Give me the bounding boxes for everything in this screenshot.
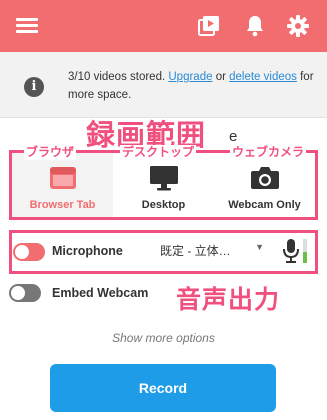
info-icon: i <box>24 77 44 97</box>
browser-tab-icon <box>48 165 78 191</box>
microphone-device-value: 既定 - 立体… <box>160 244 231 258</box>
desktop-icon <box>149 165 179 191</box>
mode-browser-tab-button[interactable]: Browser Tab <box>12 153 113 217</box>
microphone-level-meter <box>303 239 307 263</box>
mode-desktop-button[interactable]: Desktop <box>113 153 214 217</box>
embed-webcam-toggle[interactable] <box>9 284 41 302</box>
mode-webcam-only-label: Webcam Only <box>228 199 301 211</box>
notice-text-middle: or <box>212 71 230 83</box>
storage-notice-text: 3/10 videos stored. Upgrade or delete vi… <box>68 68 320 104</box>
gear-icon[interactable] <box>286 14 310 38</box>
mode-browser-tab-label: Browser Tab <box>29 199 96 211</box>
microphone-toggle[interactable] <box>13 243 45 261</box>
microphone-label: Microphone <box>52 244 123 258</box>
show-more-options-link[interactable]: Show more options <box>0 331 327 345</box>
embed-webcam-label: Embed Webcam <box>52 286 149 300</box>
mode-webcam-only-button[interactable]: Webcam Only <box>214 153 315 217</box>
record-button[interactable]: Record <box>50 364 276 412</box>
mode-desktop-label: Desktop <box>141 199 186 211</box>
microphone-level-fill <box>303 252 307 263</box>
notice-text-before: 3/10 videos stored. <box>68 71 169 83</box>
header-bar <box>0 0 327 52</box>
dropdown-caret-icon: ▼ <box>255 242 264 252</box>
annotation-title-suffix: e <box>229 128 238 145</box>
storage-notice: i 3/10 videos stored. Upgrade or delete … <box>0 52 327 118</box>
annotation-webcam-label: ウェブカメラ <box>230 145 307 160</box>
delete-videos-link[interactable]: delete videos <box>229 71 297 83</box>
annotation-desktop-label: デスクトップ <box>120 145 197 160</box>
camera-icon <box>250 165 280 191</box>
video-library-icon[interactable] <box>197 14 221 38</box>
microphone-device-select[interactable]: 既定 - 立体… ▼ <box>160 242 264 260</box>
upgrade-link[interactable]: Upgrade <box>168 71 212 83</box>
microphone-icon <box>283 238 299 264</box>
annotation-audio-output-title: 音声出力 <box>176 286 281 314</box>
annotation-browser-label: ブラウザ <box>24 145 77 160</box>
bell-icon[interactable] <box>243 14 267 38</box>
hamburger-icon[interactable] <box>16 18 38 34</box>
